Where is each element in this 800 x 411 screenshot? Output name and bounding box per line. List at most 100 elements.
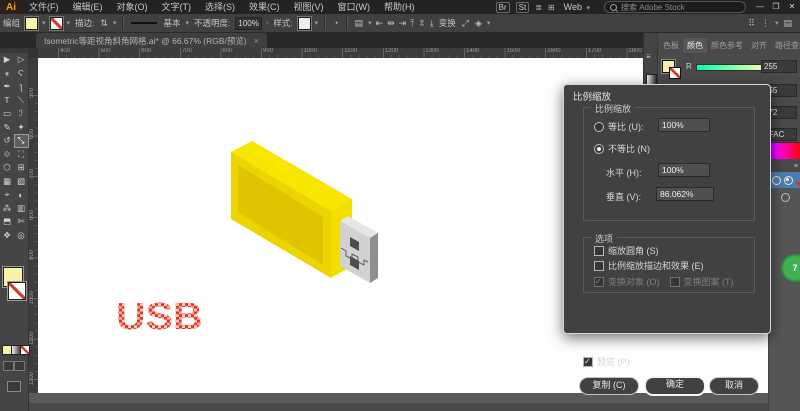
width-tool[interactable]: ⟐ xyxy=(1,148,14,160)
control-menu-icon[interactable]: ▤ xyxy=(783,18,792,29)
direct-selection-tool[interactable]: ▷ xyxy=(15,54,28,66)
menu-item[interactable]: 文字(T) xyxy=(155,0,199,14)
pen-tool[interactable]: ✒ xyxy=(1,81,14,93)
selection-tool[interactable]: ▶ xyxy=(1,54,14,66)
shape-builder-tool[interactable]: ⬡ xyxy=(1,162,14,174)
rotate-tool[interactable]: ↺ xyxy=(1,135,14,147)
minimize-button[interactable]: — xyxy=(752,0,768,14)
menu-item[interactable]: 选择(S) xyxy=(198,0,242,14)
brush-name[interactable]: 基本 xyxy=(163,17,180,29)
menu-item[interactable]: 视图(V) xyxy=(287,0,331,14)
menu-item[interactable]: 对象(O) xyxy=(110,0,155,14)
chevron-down-icon[interactable]: ▾ xyxy=(186,19,190,27)
lasso-tool[interactable]: Ϛ xyxy=(15,67,28,79)
uniform-radio[interactable] xyxy=(594,122,604,132)
horizontal-scale-input[interactable] xyxy=(658,163,710,177)
align-right-icon[interactable]: ⇥ xyxy=(399,18,407,29)
align-left-icon[interactable]: ⇤ xyxy=(376,18,384,29)
red-channel-slider[interactable] xyxy=(696,64,768,71)
target-icon[interactable] xyxy=(772,176,781,185)
red-channel-value[interactable]: 255 xyxy=(761,60,797,73)
panel-tab[interactable]: 路径查找器 xyxy=(771,38,800,53)
draw-normal-button[interactable] xyxy=(3,361,14,371)
chevron-down-icon[interactable]: ▾ xyxy=(315,19,319,27)
chevron-down-icon[interactable]: ▾ xyxy=(487,19,491,27)
panel-tab[interactable]: 颜色 xyxy=(683,38,707,53)
isolate-icon[interactable]: ◈ xyxy=(475,18,482,29)
hand-tool[interactable]: ✥ xyxy=(1,229,14,241)
layers-selected-row[interactable] xyxy=(769,172,800,188)
cancel-button[interactable]: 取消 xyxy=(709,377,759,395)
align-middle-vertical-icon[interactable]: ⇳ xyxy=(418,18,426,29)
close-button[interactable]: ✕ xyxy=(784,0,800,14)
menu-item[interactable]: 文件(F) xyxy=(22,0,66,14)
usb-text-artwork[interactable]: USB xyxy=(116,298,203,336)
opacity-value[interactable]: 100% xyxy=(235,17,261,30)
line-tool[interactable]: ⟍ xyxy=(15,94,28,106)
scale-strokes-checkbox[interactable] xyxy=(594,261,604,271)
fill-color-swatch[interactable] xyxy=(25,17,38,30)
scale-tool[interactable]: ⤡ xyxy=(15,135,28,147)
curvature-tool[interactable]: ƪ xyxy=(15,81,28,93)
slice-tool[interactable]: ✄ xyxy=(15,216,28,228)
menu-item[interactable]: 效果(C) xyxy=(242,0,287,14)
chevron-down-icon[interactable]: ▾ xyxy=(67,19,71,27)
uniform-scale-input[interactable] xyxy=(658,118,710,132)
workspace-grid-icon[interactable]: ⠿ xyxy=(748,18,755,29)
transform-link[interactable]: 变换 xyxy=(439,17,456,29)
overlay-badge[interactable]: 7 xyxy=(781,254,800,282)
stroke-color-swatch[interactable] xyxy=(50,17,63,30)
zoom-tool[interactable]: ◎ xyxy=(15,229,28,241)
workspace-switcher[interactable]: Web ▾ xyxy=(564,2,592,12)
panel-tab[interactable]: 对齐 xyxy=(747,38,771,53)
panel-tab[interactable]: 颜色参考 xyxy=(707,38,747,53)
eyedropper-tool[interactable]: ⌖ xyxy=(1,189,14,201)
layers-panel-icon[interactable]: ≡ xyxy=(646,52,651,61)
gradient-tool[interactable]: ▧ xyxy=(15,175,28,187)
preview-checkbox[interactable] xyxy=(583,357,593,367)
chevron-down-icon[interactable]: ▾ xyxy=(368,19,372,27)
vertical-scale-input[interactable] xyxy=(656,187,714,201)
symbol-sprayer-tool[interactable]: ⁂ xyxy=(1,202,14,214)
perspective-grid-tool[interactable]: ⊞ xyxy=(15,162,28,174)
chevron-down-icon[interactable]: ▾ xyxy=(775,19,779,27)
opacity-panel-arrow[interactable]: › xyxy=(266,20,268,27)
free-transform-tool[interactable]: ⛶ xyxy=(15,148,28,160)
panel-menu-icon[interactable]: ≡ xyxy=(794,163,798,170)
stock-button[interactable]: St xyxy=(516,2,530,13)
nonuniform-radio[interactable] xyxy=(594,144,604,154)
arrange-icon[interactable]: ⤢ xyxy=(462,18,469,29)
restore-button[interactable]: ❐ xyxy=(768,0,784,14)
rectangle-tool[interactable]: ▭ xyxy=(1,108,14,120)
screen-mode-button[interactable] xyxy=(7,381,21,392)
chevron-down-icon[interactable]: ▾ xyxy=(113,19,117,27)
menu-item[interactable]: 窗口(W) xyxy=(331,0,378,14)
document-setup-icon[interactable]: ▤ xyxy=(355,18,364,29)
panel-tab[interactable]: 色板 xyxy=(659,38,683,53)
blend-tool[interactable]: ◐ xyxy=(15,189,28,201)
chevron-down-icon[interactable]: ▾ xyxy=(42,19,46,27)
align-bottom-icon[interactable]: ⤓ xyxy=(430,18,434,29)
draw-behind-button[interactable] xyxy=(14,361,25,371)
bridge-button[interactable]: Br xyxy=(496,2,510,13)
tab-close-icon[interactable]: × xyxy=(254,36,259,46)
copy-button[interactable]: 复制 (C) xyxy=(579,377,639,395)
mesh-tool[interactable]: ▦ xyxy=(1,175,14,187)
none-button[interactable] xyxy=(20,345,30,355)
document-tab[interactable]: Isometric等距视角斜角网格.ai* @ 66.67% (RGB/预览) … xyxy=(36,33,267,48)
menu-item[interactable]: 编辑(E) xyxy=(66,0,110,14)
menu-item[interactable]: 帮助(H) xyxy=(377,0,422,14)
shaper-tool[interactable]: ✦ xyxy=(15,121,28,133)
panel-list-icon[interactable]: ⋮ xyxy=(761,18,770,29)
recolor-artwork-icon[interactable]: ◔ xyxy=(333,18,338,28)
horizontal-ruler[interactable]: 4005006007008009001000110012001300140015… xyxy=(38,48,643,58)
magic-wand-tool[interactable]: ⚹ xyxy=(1,67,14,79)
panel-fill-stroke[interactable] xyxy=(662,60,682,80)
search-input[interactable]: 搜索 Adobe Stock xyxy=(604,1,746,13)
graph-tool[interactable]: ▥ xyxy=(15,202,28,214)
align-top-icon[interactable]: ⤒ xyxy=(410,18,414,29)
style-swatch[interactable] xyxy=(298,17,311,30)
align-center-horizontal-icon[interactable]: ⇹ xyxy=(387,18,395,29)
layout-icon[interactable]: ⊞ xyxy=(548,3,555,12)
target-icon[interactable] xyxy=(781,193,790,202)
